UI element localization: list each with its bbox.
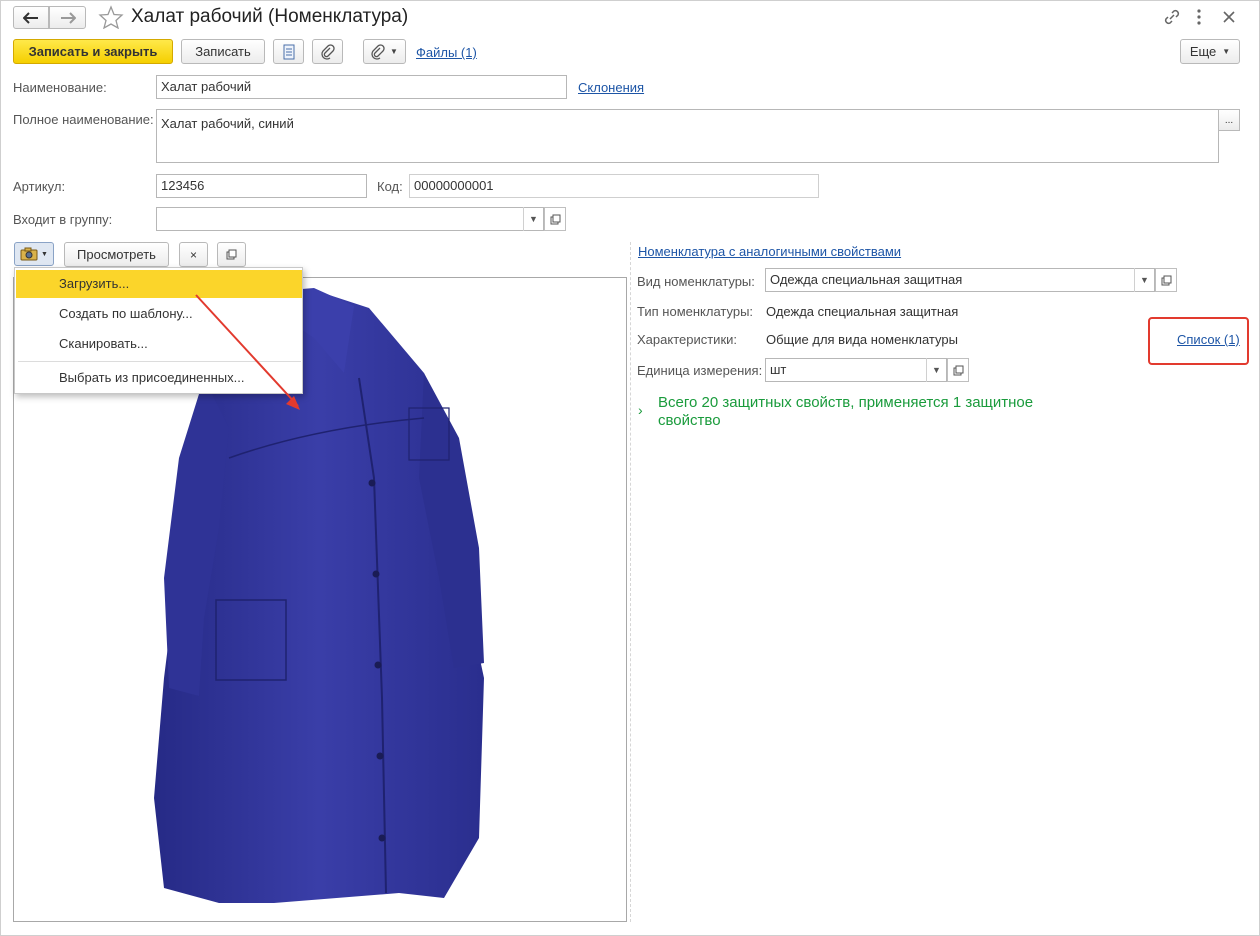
chevron-down-icon: ▼ xyxy=(390,47,398,56)
back-button[interactable] xyxy=(13,6,49,29)
unit-label: Единица измерения: xyxy=(637,363,763,378)
clear-image-button[interactable]: × xyxy=(179,242,208,267)
arrow-left-icon xyxy=(23,11,38,24)
arrow-right-icon xyxy=(60,11,76,24)
name-field[interactable]: Халат рабочий xyxy=(156,75,567,99)
favorite-star-icon[interactable] xyxy=(98,5,124,32)
save-and-close-button[interactable]: Записать и закрыть xyxy=(13,39,173,64)
more-button[interactable]: Еще ▼ xyxy=(1180,39,1240,64)
open-window-icon xyxy=(953,365,963,375)
similar-items-link[interactable]: Номенклатура с аналогичными свойствами xyxy=(638,244,901,259)
kind-field[interactable]: Одежда специальная защитная xyxy=(765,268,1155,292)
full-name-edit-button[interactable]: ... xyxy=(1218,109,1240,131)
article-label: Артикул: xyxy=(13,179,66,194)
name-label: Наименование: xyxy=(13,80,107,95)
open-window-icon xyxy=(550,214,560,224)
unit-field[interactable]: шт xyxy=(765,358,947,382)
chevron-right-icon: › xyxy=(638,402,643,418)
report-button[interactable] xyxy=(273,39,304,64)
group-label: Входит в группу: xyxy=(13,212,113,227)
image-menu-button[interactable]: ▼ xyxy=(14,242,54,266)
type-value: Одежда специальная защитная xyxy=(766,304,959,319)
paperclip-icon xyxy=(320,43,335,60)
full-name-label: Полное наименование: xyxy=(13,112,154,127)
protective-properties-toggle[interactable]: › Всего 20 защитных свойств, применяется… xyxy=(638,394,1068,434)
code-field[interactable]: 00000000001 xyxy=(409,174,819,198)
link-icon[interactable] xyxy=(1163,8,1181,29)
window-title: Халат рабочий (Номенклатура) xyxy=(131,6,409,27)
save-button[interactable]: Записать xyxy=(181,39,265,64)
open-window-icon xyxy=(226,249,237,260)
files-link[interactable]: Файлы (1) xyxy=(416,45,477,60)
attach-dropdown-button[interactable]: ▼ xyxy=(363,39,406,64)
article-field[interactable]: 123456 xyxy=(156,174,367,198)
close-icon[interactable] xyxy=(1222,10,1236,27)
annotation-arrow xyxy=(195,294,300,410)
group-dropdown-button[interactable]: ▼ xyxy=(523,207,543,231)
forward-button[interactable] xyxy=(49,6,86,29)
panel-divider xyxy=(630,242,631,922)
characteristics-list-link[interactable]: Список (1) xyxy=(1177,332,1240,347)
kind-open-button[interactable] xyxy=(1155,268,1177,292)
full-name-field[interactable]: Халат рабочий, синий xyxy=(156,109,1219,163)
protective-properties-line1: Всего 20 защитных свойств, применяется 1… xyxy=(658,394,1034,411)
group-open-button[interactable] xyxy=(544,207,566,231)
unit-open-button[interactable] xyxy=(947,358,969,382)
protective-properties-line2: свойство xyxy=(658,412,721,429)
characteristics-value: Общие для вида номенклатуры xyxy=(766,332,958,347)
chevron-down-icon: ▼ xyxy=(932,365,941,375)
characteristics-label: Характеристики: xyxy=(637,332,738,347)
attach-button[interactable] xyxy=(312,39,343,64)
kind-label: Вид номенклатуры: xyxy=(637,274,755,289)
chevron-down-icon: ▼ xyxy=(41,250,48,258)
camera-icon xyxy=(20,247,38,261)
type-label: Тип номенклатуры: xyxy=(637,304,754,319)
view-image-button[interactable]: Просмотреть xyxy=(64,242,169,267)
more-label: Еще xyxy=(1189,44,1217,59)
open-window-icon xyxy=(1161,275,1171,285)
open-image-button[interactable] xyxy=(217,242,246,267)
chevron-down-icon: ▼ xyxy=(1140,275,1149,285)
paperclip-icon xyxy=(371,43,385,60)
chevron-down-icon: ▼ xyxy=(1222,47,1231,56)
code-label: Код: xyxy=(377,179,403,194)
kind-dropdown-button[interactable]: ▼ xyxy=(1134,268,1154,292)
chevron-down-icon: ▼ xyxy=(529,214,538,224)
unit-dropdown-button[interactable]: ▼ xyxy=(926,358,946,382)
more-vertical-icon[interactable] xyxy=(1196,8,1202,26)
document-icon xyxy=(283,44,294,59)
declension-link[interactable]: Склонения xyxy=(578,80,644,95)
group-field[interactable] xyxy=(156,207,544,231)
